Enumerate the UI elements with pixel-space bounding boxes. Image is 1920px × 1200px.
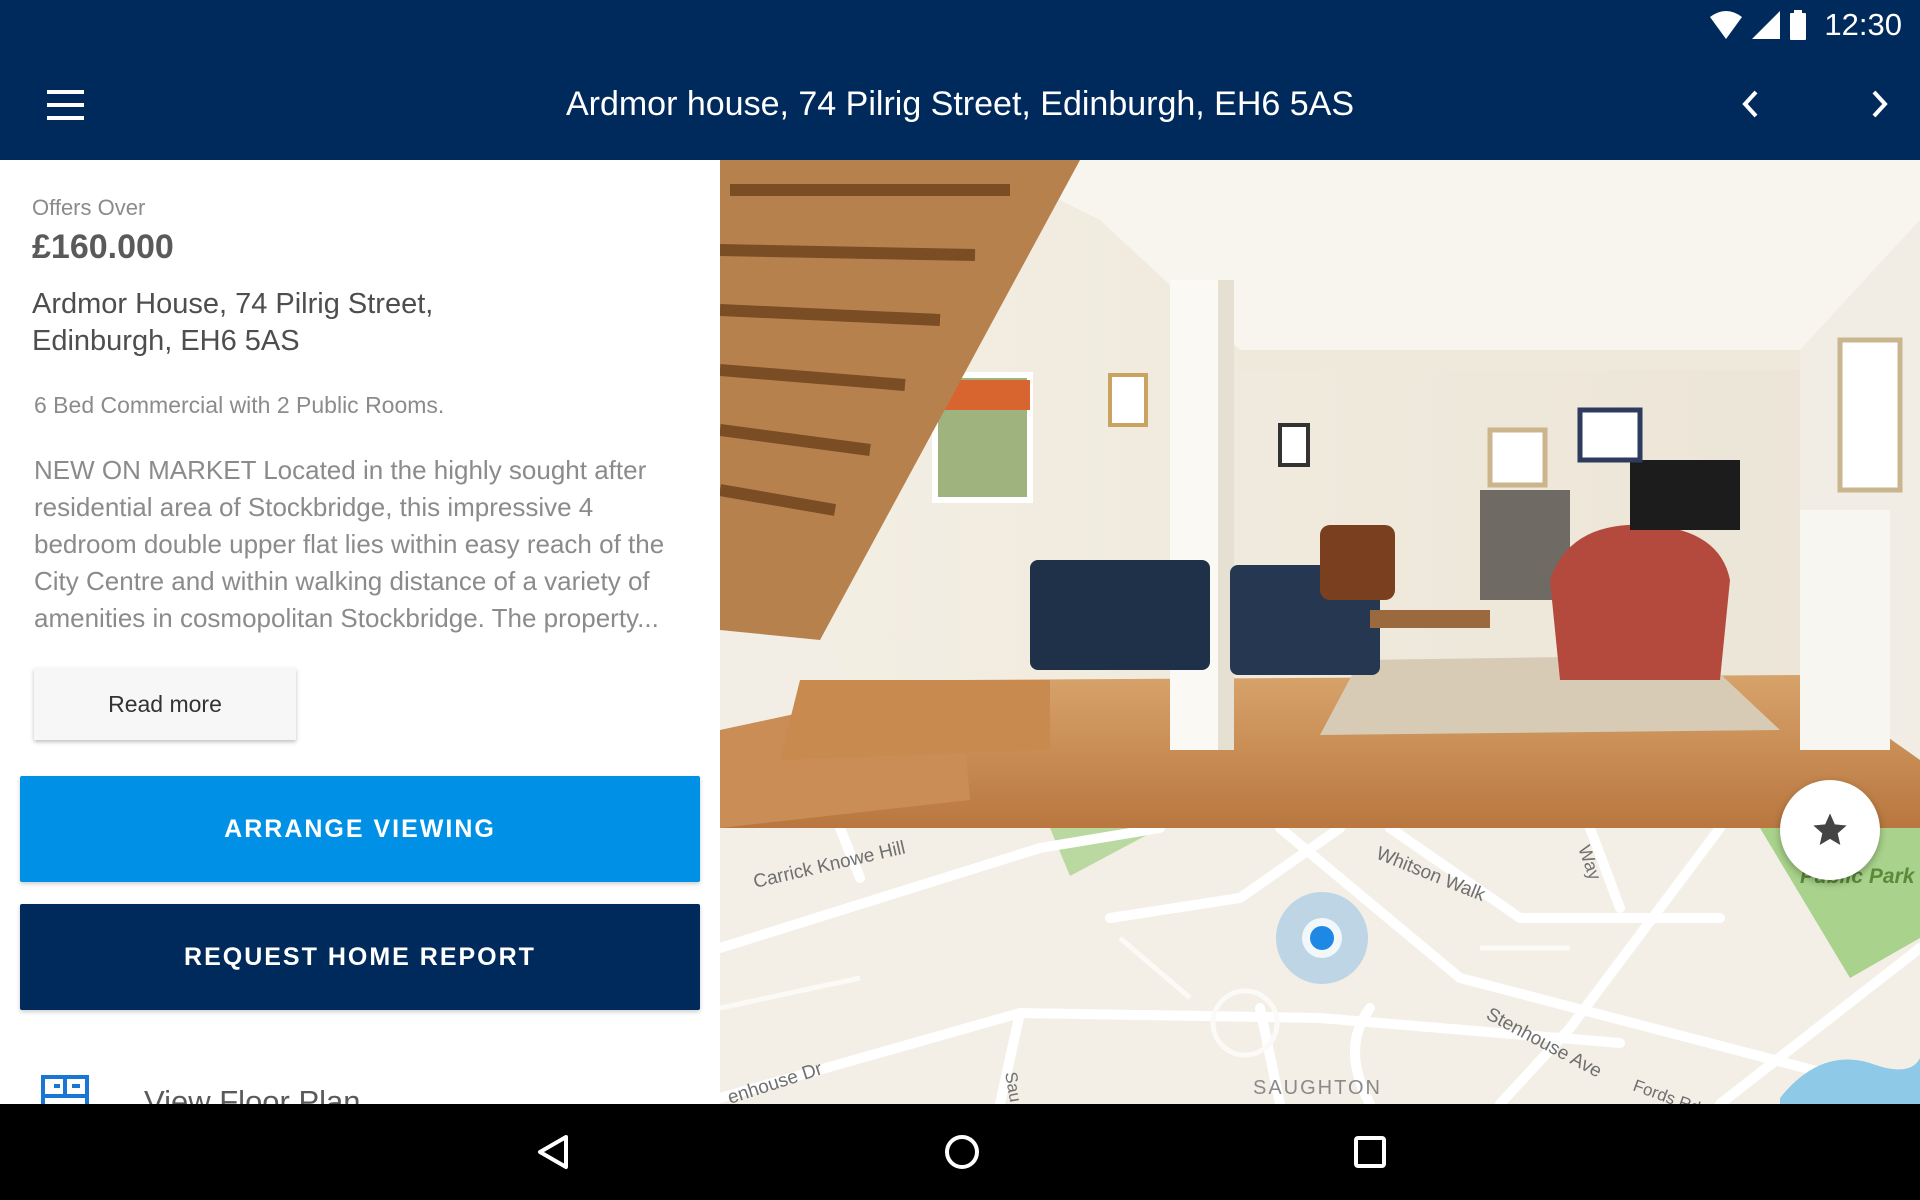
map-canvas: Carrick Knowe Hill Whitson Walk Way nton… (720, 828, 1920, 1104)
map-label-saughton: SAUGHTON (1253, 1077, 1382, 1099)
back-button[interactable] (523, 1122, 583, 1182)
home-button[interactable] (932, 1122, 992, 1182)
listing-description: NEW ON MARKET Located in the highly soug… (34, 455, 665, 633)
read-more-button[interactable]: Read more (34, 668, 296, 740)
back-icon (538, 1135, 568, 1169)
battery-icon (1790, 10, 1807, 40)
signal-icon (1752, 11, 1781, 39)
app-bar: Ardmor house, 74 Pilrig Street, Edinburg… (0, 49, 1920, 160)
star-icon (1813, 813, 1847, 845)
listing-address: Ardmor House, 74 Pilrig Street, Edinburg… (32, 286, 592, 360)
menu-button[interactable] (40, 85, 92, 125)
location-map[interactable]: Carrick Knowe Hill Whitson Walk Way nton… (720, 828, 1920, 1104)
address-line-1: Ardmor House, 74 Pilrig Street, (32, 288, 434, 320)
price-label: Offers Over (32, 195, 146, 220)
arrange-viewing-button[interactable]: ARRANGE VIEWING (20, 776, 700, 882)
location-marker (1310, 926, 1334, 950)
favorite-button[interactable] (1780, 780, 1880, 880)
listing-details-panel: Offers Over £160.000 Ardmor House, 74 Pi… (0, 160, 720, 1104)
listing-summary: 6 Bed Commercial with 2 Public Rooms. (34, 392, 445, 418)
recents-button[interactable] (1340, 1122, 1400, 1182)
price: £160.000 (32, 228, 174, 266)
wifi-icon (1710, 11, 1743, 39)
page-title: Ardmor house, 74 Pilrig Street, Edinburg… (565, 85, 1355, 123)
status-bar: 12:30 (0, 0, 1920, 49)
address-line-2: Edinburgh, EH6 5AS (32, 325, 300, 357)
property-photo[interactable] (720, 160, 1920, 828)
menu-icon (47, 90, 84, 94)
living-room-image (720, 160, 1920, 828)
next-listing-button[interactable] (1852, 76, 1908, 132)
status-icons: 12:30 (1710, 7, 1902, 42)
status-time: 12:30 (1824, 7, 1902, 42)
chevron-right-icon (1872, 90, 1888, 118)
floor-plan-icon (41, 1075, 89, 1104)
recents-icon (1354, 1136, 1386, 1168)
chevron-left-icon (1742, 90, 1758, 118)
system-nav-bar (0, 1104, 1920, 1200)
view-floor-plan-link[interactable]: View Floor Plan (40, 1074, 361, 1104)
floor-plan-label: View Floor Plan (144, 1084, 361, 1104)
previous-listing-button[interactable] (1722, 76, 1778, 132)
home-icon (945, 1135, 979, 1169)
request-home-report-button[interactable]: REQUEST HOME REPORT (20, 904, 700, 1010)
